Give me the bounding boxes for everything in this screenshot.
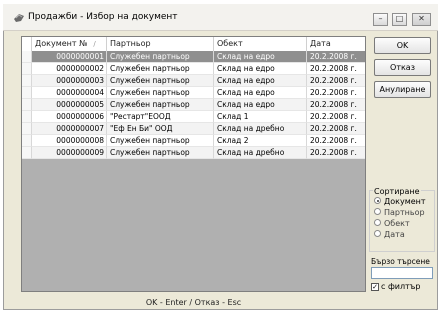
quick-search-input[interactable] xyxy=(371,267,433,279)
cell-object: Склад на едро xyxy=(214,63,307,75)
table-row[interactable]: 0000000009 Служебен партньор Склад на дреб… xyxy=(22,147,365,159)
cell-date: 20.2.2008 г. xyxy=(307,123,365,135)
row-indicator xyxy=(22,135,32,147)
cell-document: 0000000004 xyxy=(32,87,107,99)
cell-partner: Служебен партньор xyxy=(107,135,214,147)
row-indicator xyxy=(22,123,32,135)
sort-option[interactable]: Дата xyxy=(374,230,405,240)
cell-partner: Служебен партньор xyxy=(107,147,214,159)
annul-button[interactable]: Анулиране xyxy=(374,81,431,98)
sort-option[interactable]: Обект xyxy=(374,219,410,229)
filter-label: с филтър xyxy=(381,282,421,291)
row-indicator xyxy=(22,99,32,111)
cell-date: 20.2.2008 г. xyxy=(307,51,365,63)
column-header-object[interactable]: Обект xyxy=(214,37,307,51)
row-indicator xyxy=(22,87,32,99)
sort-group-title: Сортиране xyxy=(373,187,421,196)
cell-date: 20.2.2008 г. xyxy=(307,87,365,99)
cell-document: 0000000008 xyxy=(32,135,107,147)
cancel-button[interactable]: Отказ xyxy=(374,59,431,76)
documents-grid[interactable]: Документ № / Партньор Обект Дата 00000000… xyxy=(21,36,366,292)
cell-date: 20.2.2008 г. xyxy=(307,99,365,111)
sort-option-label: Документ xyxy=(384,197,426,206)
cell-document: 0000000003 xyxy=(32,75,107,87)
ok-button[interactable]: OK xyxy=(374,37,431,54)
dialog-window: Продажби - Избор на документ – □ ✕ Докум… xyxy=(0,0,441,313)
table-row[interactable]: 0000000003 Служебен партньор Склад на едро… xyxy=(22,75,365,87)
table-row[interactable]: 0000000006 "Рестарт"ЕООД Склад 1 20.2.2008 … xyxy=(22,111,365,123)
cell-object: Склад на дребно xyxy=(214,123,307,135)
cell-partner: Служебен партньор xyxy=(107,75,214,87)
cell-date: 20.2.2008 г. xyxy=(307,111,365,123)
filter-checkbox[interactable]: ✓ с филтър xyxy=(371,282,420,291)
cell-partner: Служебен партньор xyxy=(107,99,214,111)
quick-search-label: Бързо търсене xyxy=(371,257,430,266)
row-indicator xyxy=(22,147,32,159)
cell-document: 0000000009 xyxy=(32,147,107,159)
cell-date: 20.2.2008 г. xyxy=(307,75,365,87)
app-icon xyxy=(14,14,24,22)
sort-option[interactable]: Партньор xyxy=(374,208,425,218)
sort-option-label: Обект xyxy=(384,219,410,228)
column-header-document[interactable]: Документ № / xyxy=(32,37,107,51)
cell-object: Склад на едро xyxy=(214,75,307,87)
cell-document: 0000000001 xyxy=(32,51,107,63)
column-header-partner[interactable]: Партньор xyxy=(107,37,214,51)
close-icon: ✕ xyxy=(418,14,425,23)
keyboard-hint: OK - Enter / Отказ - Esc xyxy=(145,298,242,307)
cell-partner: "Рестарт"ЕООД xyxy=(107,111,214,123)
minimize-button[interactable]: – xyxy=(373,13,388,26)
column-header-document-label: Документ № xyxy=(35,39,88,48)
minimize-icon: – xyxy=(378,14,383,23)
row-indicator xyxy=(22,111,32,123)
maximize-button[interactable]: □ xyxy=(392,13,407,26)
table-row[interactable]: 0000000005 Служебен партньор Склад на едро… xyxy=(22,99,365,111)
checkbox-check-icon: ✓ xyxy=(371,282,379,291)
cell-object: Склад на дребно xyxy=(214,147,307,159)
row-indicator xyxy=(22,51,32,63)
sort-indicator-icon: / xyxy=(93,40,96,48)
cell-partner: "Еф Ен Би" ООД xyxy=(107,123,214,135)
table-row[interactable]: 0000000007 "Еф Ен Би" ООД Склад на дребно 2… xyxy=(22,123,365,135)
radio-icon xyxy=(374,208,381,215)
sort-option-label: Партньор xyxy=(384,208,425,217)
table-row[interactable]: 0000000004 Служебен партньор Склад на едро… xyxy=(22,87,365,99)
window-title: Продажби - Избор на документ xyxy=(28,12,178,22)
cell-document: 0000000002 xyxy=(32,63,107,75)
radio-icon xyxy=(374,219,381,226)
cell-date: 20.2.2008 г. xyxy=(307,135,365,147)
table-row[interactable]: 0000000002 Служебен партньор Склад на едро… xyxy=(22,63,365,75)
row-indicator xyxy=(22,75,32,87)
row-indicator xyxy=(22,63,32,75)
header-indicator xyxy=(22,37,32,51)
cell-object: Склад на едро xyxy=(214,87,307,99)
maximize-icon: □ xyxy=(395,14,404,23)
table-row[interactable]: 0000000001 Служебен партньор Склад на едро… xyxy=(22,51,365,63)
radio-icon xyxy=(374,230,381,237)
cell-date: 20.2.2008 г. xyxy=(307,63,365,75)
close-button[interactable]: ✕ xyxy=(412,13,431,26)
cell-date: 20.2.2008 г. xyxy=(307,147,365,159)
cell-partner: Служебен партньор xyxy=(107,51,214,63)
sort-option[interactable]: Документ xyxy=(374,197,426,207)
sort-option-label: Дата xyxy=(384,230,405,239)
cell-object: Склад на едро xyxy=(214,51,307,63)
cell-partner: Служебен партньор xyxy=(107,63,214,75)
cell-object: Склад 1 xyxy=(214,111,307,123)
cell-document: 0000000005 xyxy=(32,99,107,111)
cell-document: 0000000007 xyxy=(32,123,107,135)
cell-document: 0000000006 xyxy=(32,111,107,123)
cell-partner: Служебен партньор xyxy=(107,87,214,99)
cell-object: Склад 2 xyxy=(214,135,307,147)
table-row[interactable]: 0000000008 Служебен партньор Склад 2 20.2.2… xyxy=(22,135,365,147)
grid-header: Документ № / Партньор Обект Дата xyxy=(22,37,365,52)
cell-object: Склад на едро xyxy=(214,99,307,111)
column-header-date[interactable]: Дата xyxy=(307,37,365,51)
radio-icon xyxy=(374,197,381,204)
